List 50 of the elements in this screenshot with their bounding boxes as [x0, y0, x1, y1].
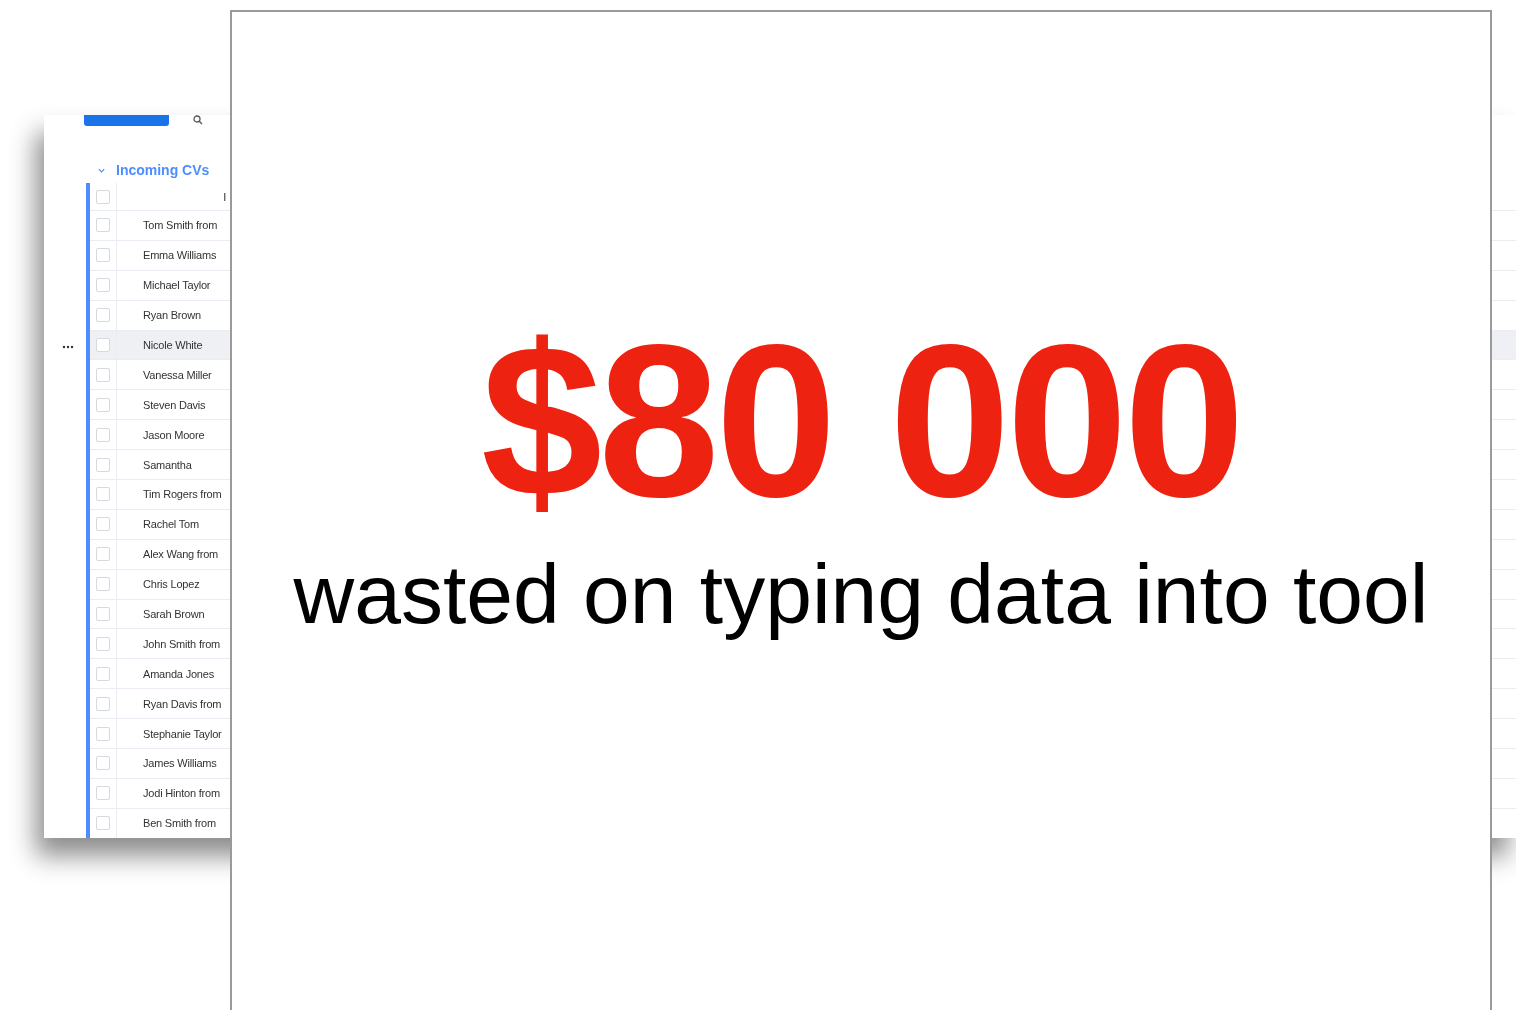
table-cell-text: Alex Wang from — [142, 547, 220, 563]
row-checkbox[interactable] — [96, 457, 110, 472]
headline-amount: $80 000 — [481, 312, 1241, 530]
table-cell-text: Jason Moore — [142, 427, 206, 443]
table-cell-text: Chris Lopez — [142, 577, 201, 593]
primary-button[interactable] — [84, 115, 169, 126]
row-checkbox[interactable] — [96, 547, 110, 562]
column-header: I — [222, 189, 227, 205]
table-cell-text: Vanessa Miller — [142, 367, 213, 383]
table-cell-text: Steven Davis — [142, 397, 207, 413]
table-cell-text: Amanda Jones — [142, 666, 215, 682]
headline-text: wasted on typing data into tool — [293, 548, 1429, 641]
table-cell-text: John Smith from — [142, 636, 222, 652]
row-checkbox[interactable] — [96, 218, 110, 233]
table-cell-text: Ryan Davis from — [142, 696, 223, 712]
row-checkbox[interactable] — [96, 427, 110, 442]
table-cell-text: Nicole White — [142, 338, 204, 353]
table-cell-text: Sarah Brown — [142, 607, 206, 622]
row-checkbox[interactable] — [96, 517, 110, 532]
table-cell-text: James Williams — [142, 756, 218, 772]
row-checkbox[interactable] — [96, 278, 110, 293]
table-cell-text: Ryan Brown — [142, 308, 202, 324]
row-checkbox[interactable] — [96, 666, 110, 681]
search-icon[interactable] — [193, 115, 203, 125]
row-checkbox[interactable] — [96, 397, 110, 412]
table-cell-text: Tim Rogers from — [142, 487, 223, 503]
table-cell-text: Tom Smith from — [142, 218, 219, 234]
row-checkbox[interactable] — [96, 577, 110, 592]
header-checkbox[interactable] — [96, 189, 110, 204]
table-cell-text: Ben Smith from — [142, 816, 217, 832]
group-title[interactable]: Incoming CVs — [116, 162, 210, 178]
row-checkbox[interactable] — [96, 756, 110, 771]
more-options-icon[interactable] — [62, 345, 74, 350]
table-cell-text: Michael Taylor — [142, 278, 212, 294]
row-checkbox[interactable] — [96, 607, 110, 621]
table-cell-text: Rachel Tom — [142, 517, 200, 533]
row-checkbox[interactable] — [96, 636, 110, 651]
table-cell-text: Stephanie Taylor — [142, 726, 223, 742]
row-checkbox[interactable] — [96, 786, 110, 801]
table-cell-text: Emma Williams — [142, 248, 218, 264]
row-checkbox[interactable] — [96, 726, 110, 741]
row-checkbox[interactable] — [96, 248, 110, 263]
row-checkbox[interactable] — [96, 308, 110, 323]
row-checkbox[interactable] — [96, 816, 110, 831]
row-checkbox[interactable] — [96, 367, 110, 382]
row-checkbox[interactable] — [96, 338, 110, 352]
row-checkbox[interactable] — [96, 487, 110, 502]
table-cell-text: Jodi Hinton from — [142, 786, 221, 802]
row-checkbox[interactable] — [96, 696, 110, 711]
table-cell-text: Samantha — [142, 457, 193, 473]
